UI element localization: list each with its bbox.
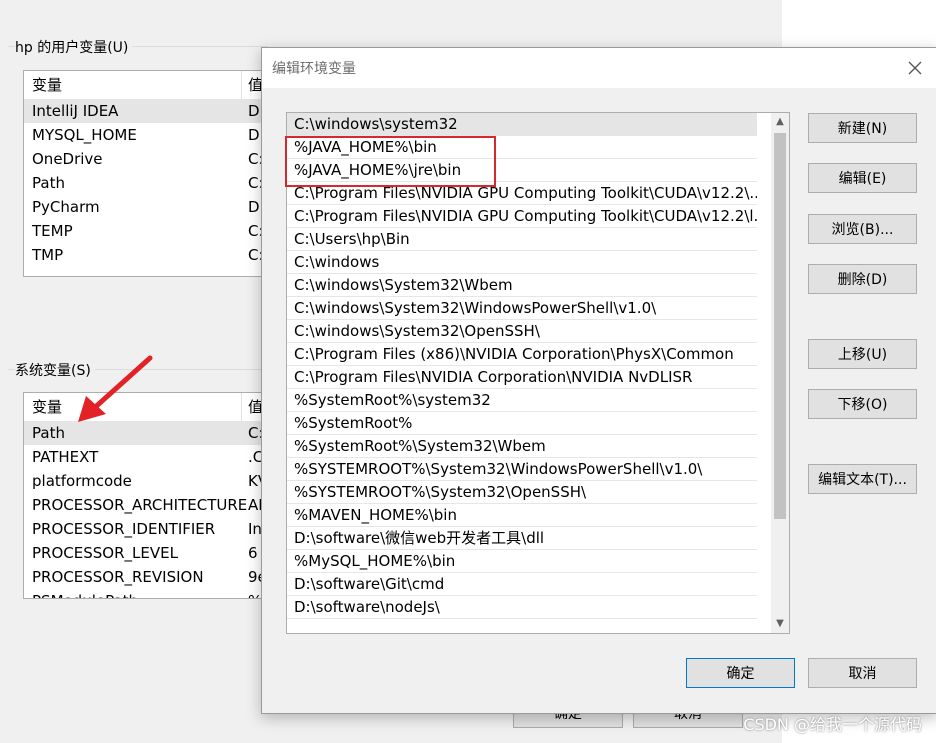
var-name: PROCESSOR_IDENTIFIER	[32, 520, 216, 538]
path-list[interactable]: C:\windows\system32 %JAVA_HOME%\bin %JAV…	[286, 112, 790, 634]
list-item[interactable]: C:\windows\system32	[287, 113, 757, 136]
var-name: Path	[32, 424, 65, 442]
var-value: In	[248, 520, 262, 538]
list-item[interactable]: C:\windows\System32\OpenSSH\	[287, 320, 757, 343]
var-name: PROCESSOR_LEVEL	[32, 544, 178, 562]
cancel-button[interactable]: 取消	[808, 658, 917, 688]
scroll-up-arrow-icon[interactable]: ▲	[771, 113, 789, 131]
list-item[interactable]: %SystemRoot%\system32	[287, 389, 757, 412]
browse-button[interactable]: 浏览(B)...	[808, 214, 917, 244]
user-vars-group-label: hp 的用户变量(U)	[15, 37, 133, 57]
dialog-title: 编辑环境变量	[272, 61, 356, 77]
list-item[interactable]: C:\Program Files\NVIDIA Corporation\NVID…	[287, 366, 757, 389]
move-up-button[interactable]: 上移(U)	[808, 339, 917, 369]
list-item[interactable]: %SYSTEMROOT%\System32\OpenSSH\	[287, 481, 757, 504]
move-down-button[interactable]: 下移(O)	[808, 389, 917, 419]
list-item[interactable]: Path C:	[24, 421, 284, 445]
var-name: Path	[32, 174, 65, 192]
list-item[interactable]: PATHEXT .C	[24, 445, 284, 469]
var-name: PyCharm	[32, 198, 100, 216]
delete-button[interactable]: 删除(D)	[808, 264, 917, 294]
desktop-area	[782, 0, 936, 40]
var-value: 6	[248, 544, 258, 562]
list-item[interactable]: TMP C:	[24, 243, 284, 267]
scroll-down-arrow-icon[interactable]: ▼	[771, 615, 789, 633]
list-item[interactable]: %SYSTEMROOT%\System32\WindowsPowerShell\…	[287, 458, 757, 481]
list-item[interactable]: OneDrive C:	[24, 147, 284, 171]
list-item[interactable]: %MAVEN_HOME%\bin	[287, 504, 757, 527]
list-item[interactable]: %SystemRoot%	[287, 412, 757, 435]
var-name: PATHEXT	[32, 448, 99, 466]
var-name: IntelliJ IDEA	[32, 102, 119, 120]
list-item[interactable]: D:\software\微信web开发者工具\dll	[287, 527, 757, 550]
edit-text-button[interactable]: 编辑文本(T)...	[808, 464, 917, 494]
list-item[interactable]: %MySQL_HOME%\bin	[287, 550, 757, 573]
scrollbar-thumb[interactable]	[774, 133, 786, 519]
var-name: MYSQL_HOME	[32, 126, 137, 144]
list-item[interactable]: D:\software\Git\cmd	[287, 573, 757, 596]
list-item[interactable]: PyCharm D:	[24, 195, 284, 219]
list-item[interactable]: C:\windows	[287, 251, 757, 274]
system-vars-list[interactable]: 变量 值 Path C: PATHEXT .C platformcode KV PRO…	[23, 392, 285, 599]
watermark: CSDN @给我一个源代码	[743, 715, 922, 734]
header-variable[interactable]: 变量	[32, 393, 62, 421]
list-item[interactable]: C:\Users\hp\Bin	[287, 228, 757, 251]
path-list-scrollbar[interactable]: ▲ ▼	[771, 113, 789, 633]
var-name: TEMP	[32, 222, 73, 240]
list-item[interactable]: C:\Program Files\NVIDIA GPU Computing To…	[287, 205, 757, 228]
list-item[interactable]: PROCESSOR_REVISION 9e	[24, 565, 284, 589]
list-item[interactable]: IntelliJ IDEA D:	[24, 99, 284, 123]
list-item[interactable]: %JAVA_HOME%\jre\bin	[287, 159, 757, 182]
list-item[interactable]: TEMP C:	[24, 219, 284, 243]
user-vars-header: 变量 值	[24, 71, 284, 99]
var-name: PROCESSOR_ARCHITECTURE	[32, 496, 248, 514]
list-item[interactable]: PSModulePath%	[24, 589, 284, 598]
system-vars-header: 变量 值	[24, 393, 284, 421]
user-vars-list[interactable]: 变量 值 IntelliJ IDEA D: MYSQL_HOME D: OneDri…	[23, 70, 285, 277]
var-name: PSModulePath	[32, 589, 138, 598]
column-separator	[241, 71, 242, 99]
column-separator	[241, 393, 242, 421]
list-item[interactable]: %JAVA_HOME%\bin	[287, 136, 757, 159]
list-item[interactable]: C:\windows\System32\WindowsPowerShell\v1…	[287, 297, 757, 320]
dialog-titlebar[interactable]: 编辑环境变量	[262, 48, 936, 88]
new-button[interactable]: 新建(N)	[808, 113, 917, 143]
var-name: OneDrive	[32, 150, 103, 168]
list-item[interactable]: PROCESSOR_IDENTIFIER In	[24, 517, 284, 541]
var-name: PROCESSOR_REVISION	[32, 568, 204, 586]
list-item[interactable]: D:\software\nodeJs\	[287, 596, 757, 619]
edit-button[interactable]: 编辑(E)	[808, 163, 917, 193]
system-vars-group-label: 系统变量(S)	[15, 360, 95, 380]
var-name: TMP	[32, 246, 64, 264]
list-item[interactable]: PROCESSOR_ARCHITECTURE AI	[24, 493, 284, 517]
list-item[interactable]: MYSQL_HOME D:	[24, 123, 284, 147]
list-item[interactable]: C:\Program Files\NVIDIA GPU Computing To…	[287, 182, 757, 205]
edit-env-var-dialog: 编辑环境变量 C:\windows\system32 %JAVA_HOME%\b…	[261, 47, 936, 714]
list-item[interactable]: C:\windows\System32\Wbem	[287, 274, 757, 297]
list-item[interactable]: platformcode KV	[24, 469, 284, 493]
header-variable[interactable]: 变量	[32, 71, 62, 99]
list-item[interactable]: PROCESSOR_LEVEL 6	[24, 541, 284, 565]
close-icon[interactable]	[903, 56, 927, 80]
var-name: platformcode	[32, 472, 132, 490]
ok-button[interactable]: 确定	[686, 658, 795, 688]
list-item[interactable]: %SystemRoot%\System32\Wbem	[287, 435, 757, 458]
list-item[interactable]: Path C:	[24, 171, 284, 195]
list-item[interactable]: C:\Program Files (x86)\NVIDIA Corporatio…	[287, 343, 757, 366]
